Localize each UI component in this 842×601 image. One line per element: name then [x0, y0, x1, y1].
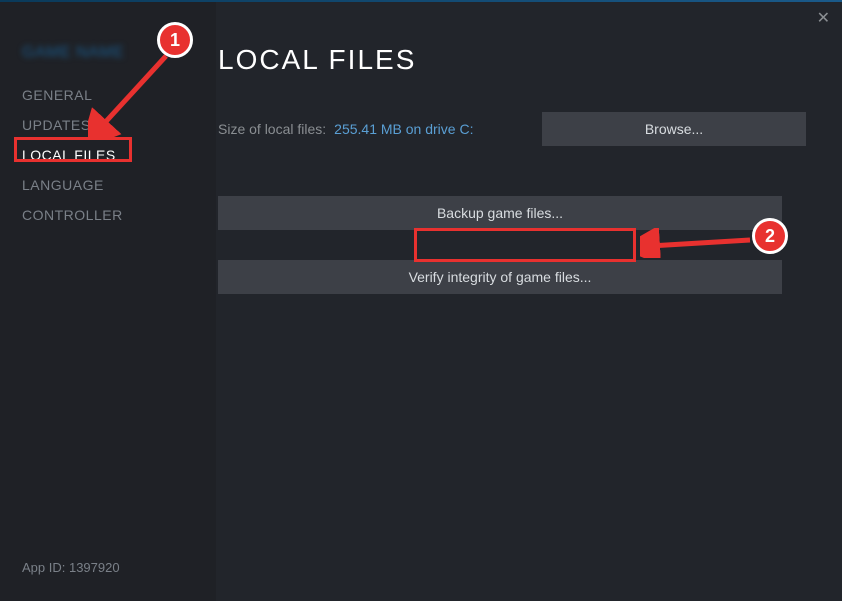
sidebar-item-controller[interactable]: CONTROLLER: [0, 200, 216, 230]
browse-button[interactable]: Browse...: [542, 112, 806, 146]
app-id-label: App ID: 1397920: [22, 560, 120, 575]
close-icon[interactable]: ✕: [817, 8, 830, 28]
main-container: GAME NAME GENERAL UPDATES LOCAL FILES LA…: [0, 2, 842, 601]
sidebar-item-updates[interactable]: UPDATES: [0, 110, 216, 140]
sidebar-item-local-files[interactable]: LOCAL FILES: [0, 140, 216, 170]
game-title: GAME NAME: [0, 44, 216, 80]
sidebar-item-language[interactable]: LANGUAGE: [0, 170, 216, 200]
content-panel: LOCAL FILES Size of local files: 255.41 …: [216, 2, 842, 601]
size-value: 255.41 MB on drive C:: [334, 121, 534, 137]
sidebar-item-general[interactable]: GENERAL: [0, 80, 216, 110]
size-row: Size of local files: 255.41 MB on drive …: [218, 112, 806, 146]
size-label: Size of local files:: [218, 121, 326, 137]
backup-button[interactable]: Backup game files...: [218, 196, 782, 230]
sidebar: GAME NAME GENERAL UPDATES LOCAL FILES LA…: [0, 2, 216, 601]
verify-button[interactable]: Verify integrity of game files...: [218, 260, 782, 294]
page-title: LOCAL FILES: [218, 44, 806, 76]
